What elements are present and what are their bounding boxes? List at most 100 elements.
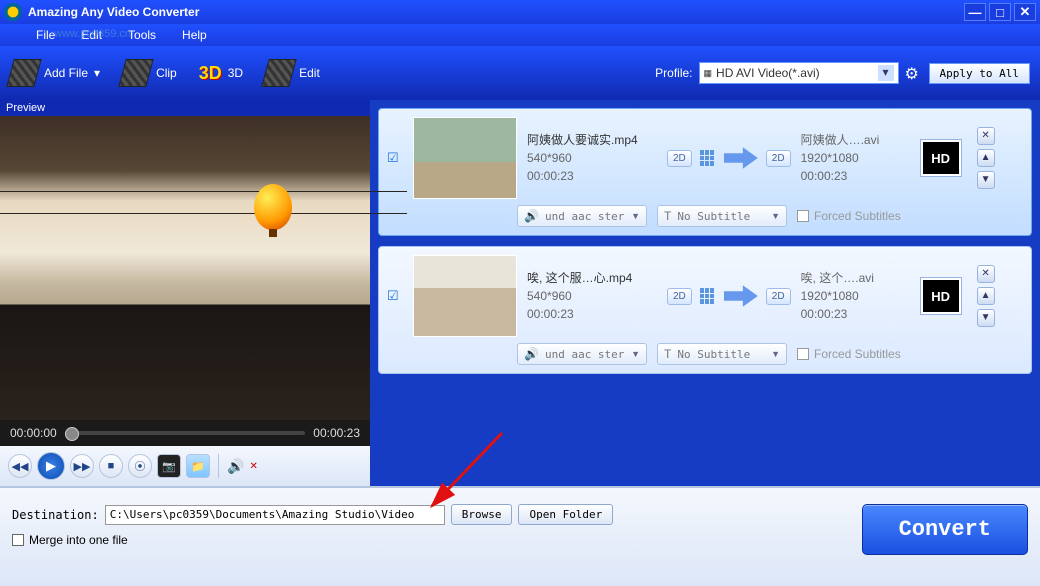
move-down-button[interactable]: ▼: [977, 171, 995, 189]
subtitle-icon: T: [664, 347, 671, 361]
source-filename: 阿姨做人要诚实.mp4: [527, 131, 657, 149]
output-duration: 00:00:23: [801, 305, 911, 323]
2d-badge[interactable]: 2D: [667, 150, 692, 167]
move-up-button[interactable]: ▲: [977, 287, 995, 305]
item-thumbnail: [413, 117, 517, 199]
preview-label: Preview: [0, 100, 370, 116]
time-total: 00:00:23: [313, 426, 360, 440]
item-checkbox[interactable]: ☑: [387, 150, 403, 166]
film-add-icon: [6, 59, 42, 87]
film-edit-icon: [261, 59, 297, 87]
chevron-down-icon: ▾: [94, 66, 100, 80]
forced-label: Forced Subtitles: [814, 209, 901, 223]
speaker-icon: 🔊: [524, 209, 539, 223]
source-filename: 唉, 这个服…心.mp4: [527, 269, 657, 287]
2d-badge[interactable]: 2D: [766, 150, 791, 167]
edit-button[interactable]: Edit: [265, 59, 320, 87]
destination-input[interactable]: [105, 505, 445, 525]
chevron-down-icon: ▼: [771, 211, 780, 221]
grid-icon: [700, 288, 716, 304]
next-button[interactable]: ▶▶: [70, 454, 94, 478]
menu-bar: File Edit Tools Help: [0, 24, 1040, 46]
mute-icon: ✕: [249, 461, 257, 472]
toolbar: Add File ▾ Clip 3D 3D Edit Profile: ▦ HD…: [0, 46, 1040, 100]
preview-pane: Preview 00:00:00 00:00:23 ◀◀ ▶ ▶▶ ■ ⦿ 📷 …: [0, 100, 370, 486]
balloon-icon: [254, 184, 292, 230]
output-resolution: 1920*1080: [801, 287, 911, 305]
title-bar: Amazing Any Video Converter — □ ✕: [0, 0, 1040, 24]
forced-label: Forced Subtitles: [814, 347, 901, 361]
menu-file[interactable]: File: [36, 28, 55, 42]
source-resolution: 540*960: [527, 149, 657, 167]
app-logo-icon: [4, 3, 22, 21]
seek-bar: 00:00:00 00:00:23: [0, 420, 370, 446]
source-duration: 00:00:23: [527, 305, 657, 323]
output-filename: 阿姨做人….avi: [801, 131, 911, 149]
convert-button[interactable]: Convert: [862, 504, 1028, 555]
hd-badge: HD: [921, 140, 961, 176]
apply-all-button[interactable]: Apply to All: [929, 63, 1030, 84]
step-button[interactable]: ⦿: [128, 454, 152, 478]
chevron-down-icon: ▼: [631, 349, 640, 359]
add-file-button[interactable]: Add File ▾: [10, 59, 100, 87]
minimize-button[interactable]: —: [964, 3, 986, 21]
gear-icon[interactable]: ⚙: [905, 64, 923, 82]
file-item[interactable]: ☑ 阿姨做人要诚实.mp4 540*960 00:00:23 2D 2D 阿姨做…: [378, 108, 1032, 236]
clip-button[interactable]: Clip: [122, 59, 177, 87]
3d-button[interactable]: 3D 3D: [199, 63, 243, 84]
forced-checkbox[interactable]: [797, 210, 809, 222]
item-checkbox[interactable]: ☑: [387, 288, 403, 304]
close-button[interactable]: ✕: [1014, 3, 1036, 21]
subtitle-select[interactable]: TNo Subtitle▼: [657, 205, 787, 227]
file-item[interactable]: ☑ 唉, 这个服…心.mp4 540*960 00:00:23 2D 2D 唉,…: [378, 246, 1032, 374]
add-file-label: Add File: [44, 66, 88, 80]
2d-badge[interactable]: 2D: [766, 288, 791, 305]
stop-button[interactable]: ■: [99, 454, 123, 478]
clip-label: Clip: [156, 66, 177, 80]
source-duration: 00:00:23: [527, 167, 657, 185]
speaker-icon[interactable]: 🔊: [227, 458, 244, 475]
playback-controls: ◀◀ ▶ ▶▶ ■ ⦿ 📷 📁 🔊 ✕: [0, 446, 370, 486]
prev-button[interactable]: ◀◀: [8, 454, 32, 478]
3d-icon: 3D: [199, 63, 222, 84]
audio-select[interactable]: 🔊und aac ster▼: [517, 205, 647, 227]
subtitle-icon: T: [664, 209, 671, 223]
subtitle-select[interactable]: TNo Subtitle▼: [657, 343, 787, 365]
audio-select[interactable]: 🔊und aac ster▼: [517, 343, 647, 365]
menu-help[interactable]: Help: [182, 28, 207, 42]
grid-icon: [700, 150, 716, 166]
edit-label: Edit: [299, 66, 320, 80]
output-duration: 00:00:23: [801, 167, 911, 185]
menu-edit[interactable]: Edit: [81, 28, 102, 42]
remove-item-button[interactable]: ✕: [977, 265, 995, 283]
merge-checkbox[interactable]: [12, 534, 24, 546]
open-folder-button[interactable]: 📁: [186, 454, 210, 478]
time-current: 00:00:00: [10, 426, 57, 440]
merge-label: Merge into one file: [29, 533, 128, 547]
speaker-icon: 🔊: [524, 347, 539, 361]
seek-slider[interactable]: [65, 431, 306, 435]
source-resolution: 540*960: [527, 287, 657, 305]
menu-tools[interactable]: Tools: [128, 28, 156, 42]
output-filename: 唉, 这个….avi: [801, 269, 911, 287]
chevron-down-icon: ▼: [631, 211, 640, 221]
app-title: Amazing Any Video Converter: [28, 5, 199, 19]
remove-item-button[interactable]: ✕: [977, 127, 995, 145]
move-down-button[interactable]: ▼: [977, 309, 995, 327]
arrow-icon: [724, 146, 758, 170]
bottom-bar: Destination: Browse Open Folder Merge in…: [0, 486, 1040, 586]
maximize-button[interactable]: □: [989, 3, 1011, 21]
profile-label: Profile:: [655, 66, 692, 80]
snapshot-button[interactable]: 📷: [157, 454, 181, 478]
2d-badge[interactable]: 2D: [667, 288, 692, 305]
forced-checkbox[interactable]: [797, 348, 809, 360]
move-up-button[interactable]: ▲: [977, 149, 995, 167]
hd-badge: HD: [921, 278, 961, 314]
arrow-icon: [724, 284, 758, 308]
play-button[interactable]: ▶: [37, 452, 65, 480]
profile-value: HD AVI Video(*.avi): [716, 66, 820, 80]
output-resolution: 1920*1080: [801, 149, 911, 167]
destination-label: Destination:: [12, 508, 99, 522]
profile-select[interactable]: ▦ HD AVI Video(*.avi) ▾: [699, 62, 899, 84]
open-folder-button[interactable]: Open Folder: [518, 504, 613, 525]
